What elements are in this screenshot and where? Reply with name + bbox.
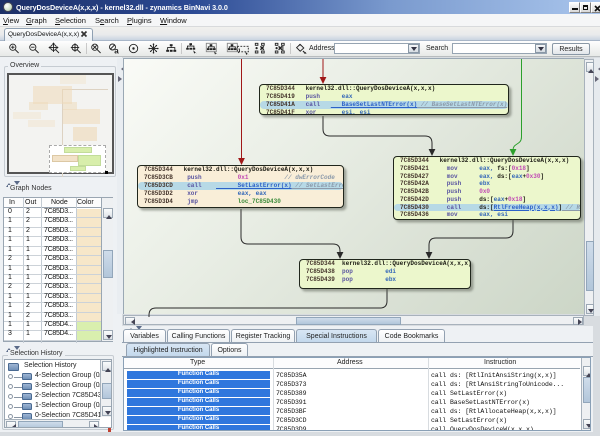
svg-text:a: a	[114, 47, 119, 56]
